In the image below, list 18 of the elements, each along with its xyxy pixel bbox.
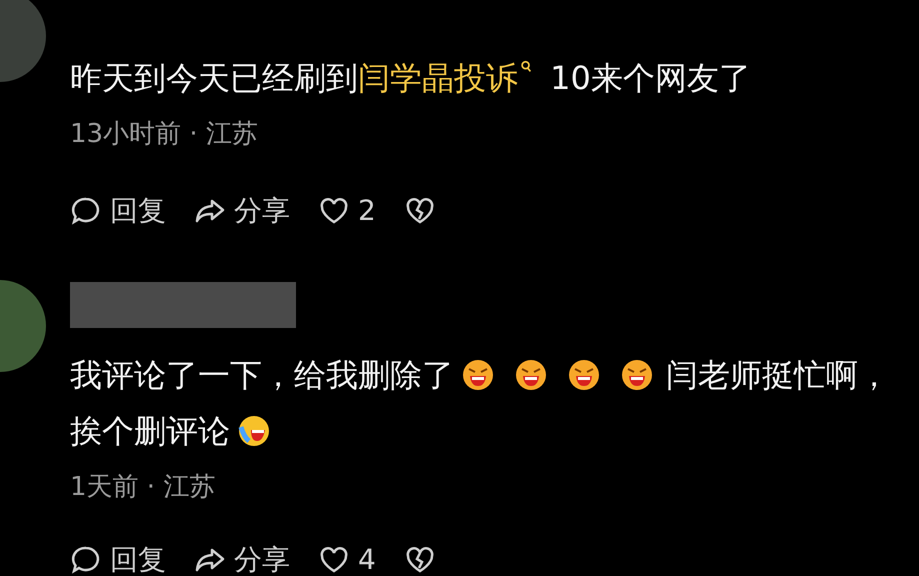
like-count[interactable]: 4 [358,539,376,576]
angry-face-emoji [462,359,494,391]
reply-link[interactable]: 回复 [110,190,166,232]
angry-face-emoji [621,359,653,391]
comment-meta: 13小时前 · 江苏 [70,118,259,151]
search-link[interactable]: 闫学晶投诉 [358,59,540,97]
angry-face-emoji [568,359,600,391]
comment-icon[interactable] [70,195,102,227]
like-count[interactable]: 2 [358,190,376,232]
comment-icon[interactable] [70,544,102,576]
comment-text: 我评论了一下，给我删除了 闫老师挺忙啊，挨个删评论 [70,355,891,452]
comment-meta: 1天前 · 江苏 [70,471,216,504]
comment-text: 昨天到今天已经刷到闫学晶投诉 10来个网友了 [70,58,752,99]
reply-link[interactable]: 回复 [110,539,166,576]
laughing-crying-emoji [238,415,270,447]
share-link[interactable]: 分享 [234,539,290,576]
share-link[interactable]: 分享 [234,190,290,232]
angry-face-emoji [515,359,547,391]
